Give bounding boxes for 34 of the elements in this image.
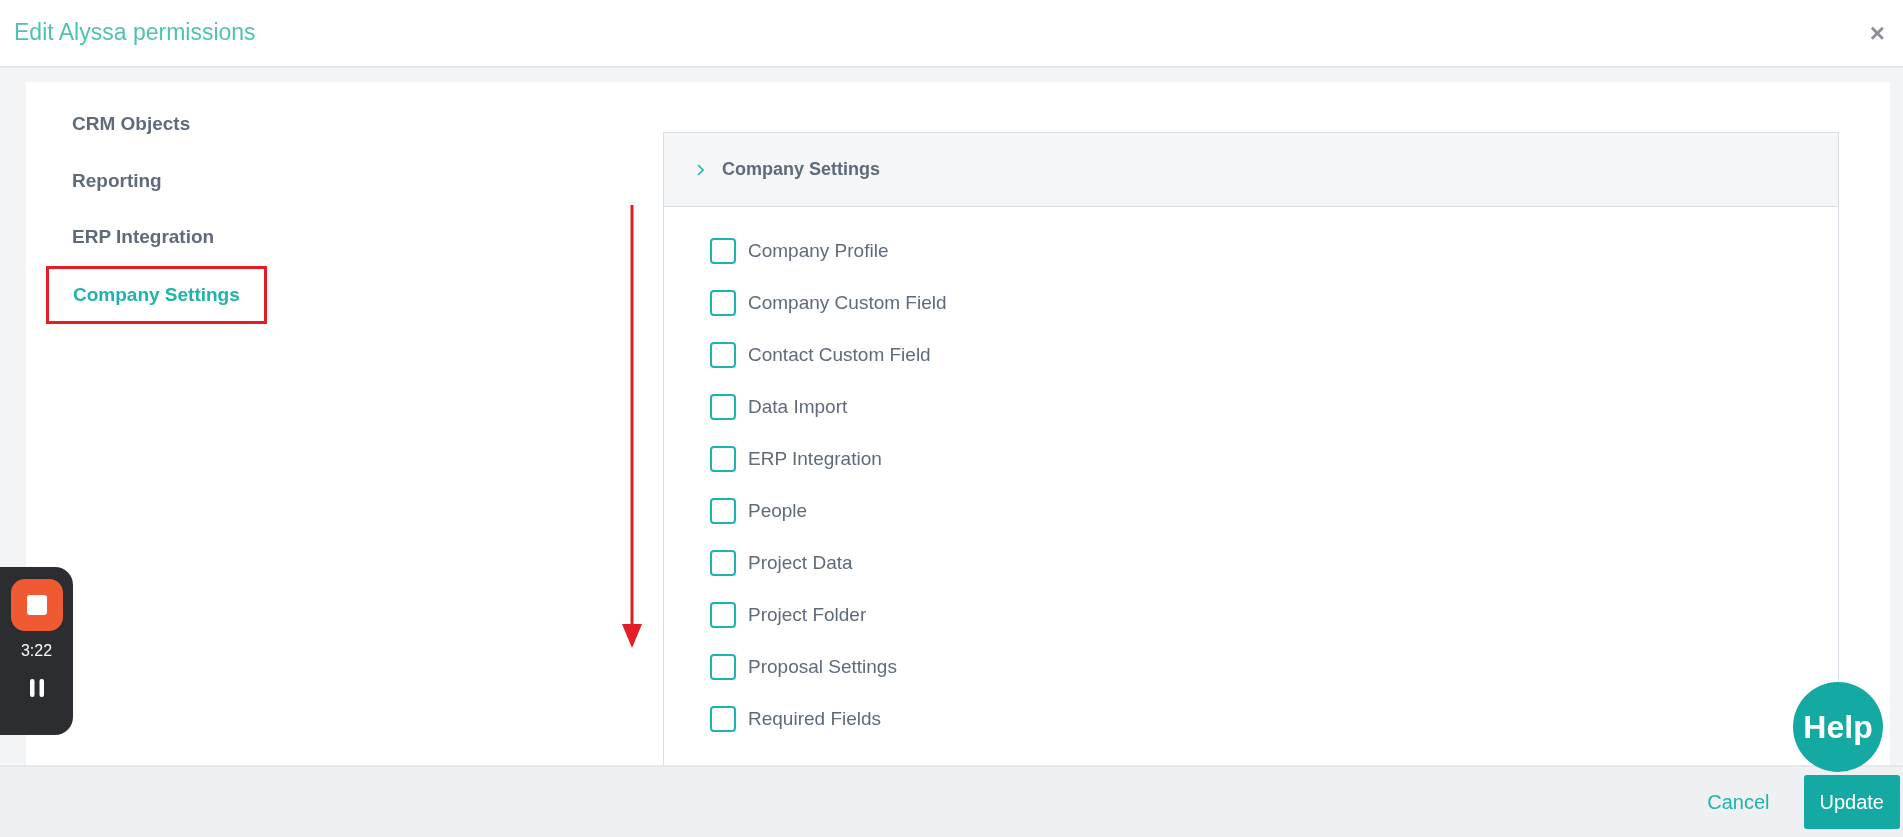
checkbox[interactable] [710,394,736,420]
panel-title: Company Settings [722,158,881,181]
checkbox[interactable] [710,290,736,316]
checkbox[interactable] [710,706,736,732]
checkbox[interactable] [710,654,736,680]
checkbox[interactable] [710,602,736,628]
checkbox[interactable] [710,238,736,264]
checkbox[interactable] [710,498,736,524]
checkbox[interactable] [710,446,736,472]
stop-button[interactable] [10,579,63,631]
checkbox-label: Company Profile [748,238,889,263]
dialog-title: Edit Alyssa permissions [14,19,256,47]
checkbox[interactable] [710,342,736,368]
update-button[interactable]: Update [1803,775,1900,829]
close-button[interactable]: × [1865,20,1889,46]
panel-header[interactable]: Company Settings [664,133,1838,207]
checkbox-label: Project Data [748,550,853,575]
checkbox-label: People [748,498,808,523]
checkbox-label: Data Import [748,394,848,419]
nav-item[interactable]: ERP Integration [46,209,241,266]
checkbox[interactable] [710,550,736,576]
checkbox-label: ERP Integration [748,446,882,471]
checkbox-label: Proposal Settings [748,654,897,679]
nav-item[interactable]: Reporting [46,152,188,209]
recording-time: 3:22 [20,641,53,661]
checkbox-label: Company Custom Field [748,290,947,315]
cancel-button[interactable]: Cancel [1701,786,1776,818]
nav-item[interactable]: Company Settings [46,265,267,324]
checkbox-label: Required Fields [748,706,882,731]
pause-icon [29,678,44,697]
checkbox-label: Contact Custom Field [748,342,931,367]
square-icon [26,595,47,615]
checkbox-label: Project Folder [748,602,867,627]
nav-item[interactable]: CRM Objects [46,96,217,153]
